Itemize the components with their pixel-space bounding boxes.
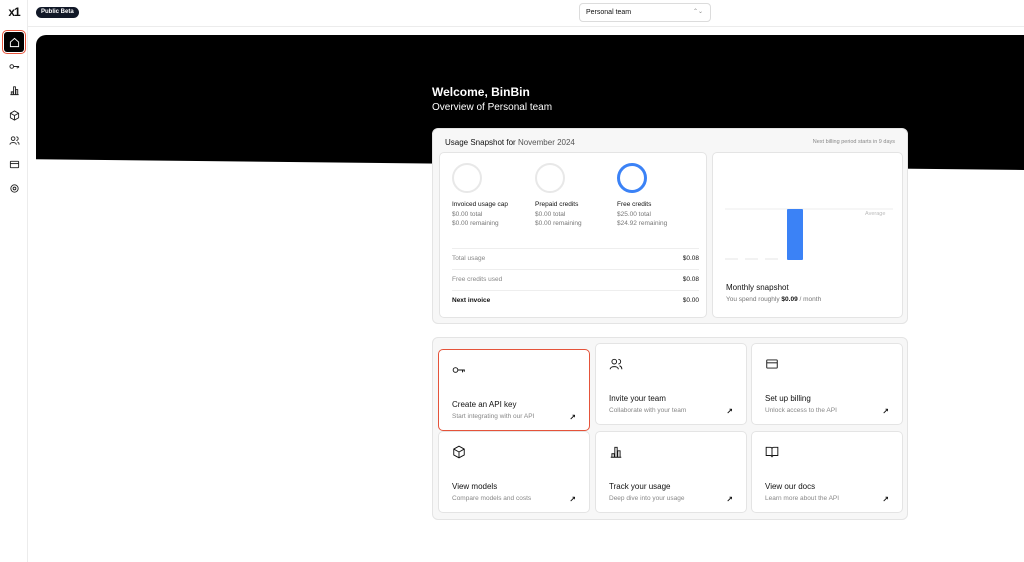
sidebar-item-api-keys[interactable] [4,56,24,76]
team-selector[interactable]: Personal team ⌃⌄ [579,3,711,22]
spend-suffix: / month [799,296,822,303]
sidebar-item-home[interactable] [2,30,26,54]
monthly-spend-summary: You spend roughly $0.09 / month [726,296,821,303]
quick-actions-grid: Create an API key Start integrating with… [432,337,908,520]
cube-icon [453,445,465,459]
arrow-up-right-icon: ↗ [726,495,733,504]
users-icon [609,358,623,370]
credits-panel: Invoiced usage cap $0.00 total $0.00 rem… [439,152,707,318]
card-icon [9,160,19,168]
credit-remaining: $0.00 remaining [452,220,499,227]
row-label: Next invoice [452,297,491,304]
credit-remaining: $0.00 remaining [535,220,582,227]
action-title: Invite your team [609,394,666,403]
credit-invoiced-usage-cap: Invoiced usage cap $0.00 total $0.00 rem… [452,163,532,228]
action-title: Set up billing [765,394,811,403]
action-title: View models [452,482,498,491]
row-label: Total usage [452,255,486,262]
key-icon [8,63,19,69]
action-subtitle: Learn more about the API [765,495,840,502]
view-docs-card[interactable]: View our docs Learn more about the API ↗ [751,431,903,513]
usage-row-next-invoice: Next invoice $0.00 [452,290,699,310]
action-subtitle: Unlock access to the API [765,407,837,414]
sidebar: x1 [0,0,28,562]
average-label: Average [865,211,886,217]
row-label: Free credits used [452,276,503,283]
bar-chart-icon [9,85,19,95]
credit-name: Prepaid credits [535,201,579,208]
row-value: $0.00 [682,297,699,304]
arrow-up-right-icon: ↗ [882,495,889,504]
bar-chart-icon [610,446,622,458]
arrow-up-right-icon: ↗ [569,413,576,422]
credit-free: Free credits $25.00 total $24.92 remaini… [617,163,697,228]
invite-team-card[interactable]: Invite your team Collaborate with your t… [595,343,747,425]
team-selector-label: Personal team [586,9,632,16]
track-usage-card[interactable]: Track your usage Deep dive into your usa… [595,431,747,513]
gear-icon [9,183,19,193]
action-title: View our docs [765,482,816,491]
action-subtitle: Compare models and costs [452,495,532,502]
usage-snapshot-card: Usage Snapshot for November 2024 Next bi… [432,128,908,324]
usage-snapshot-title: Usage Snapshot for November 2024 [445,138,575,147]
monthly-snapshot-chart [725,208,893,260]
sidebar-item-settings[interactable] [4,178,24,198]
chevron-updown-icon: ⌃⌄ [692,9,703,15]
public-beta-badge: Public Beta [36,7,79,18]
monthly-snapshot-title: Monthly snapshot [726,283,789,292]
app-root: x1 Public Beta Personal team ⌃⌄ Welcome,… [0,0,1024,562]
view-models-card[interactable]: View models Compare models and costs ↗ [438,431,590,513]
sidebar-item-models[interactable] [4,105,24,125]
current-month-bar [787,209,803,260]
credit-name: Free credits [617,201,652,208]
cube-icon [9,109,19,121]
book-icon [765,446,779,458]
credit-total: $0.00 total [535,211,566,218]
usage-ring [617,163,647,193]
sidebar-item-billing[interactable] [4,154,24,174]
action-subtitle: Collaborate with your team [609,407,687,414]
usage-row-free-credits-used: Free credits used $0.08 [452,269,699,289]
usage-title-prefix: Usage Snapshot for [445,138,516,147]
logo[interactable]: x1 [6,5,22,19]
arrow-up-right-icon: ↗ [882,407,889,416]
credit-total: $0.00 total [452,211,483,218]
action-title: Track your usage [609,482,671,491]
usage-title-month: November 2024 [517,138,575,147]
spend-prefix: You spend roughly [726,296,780,303]
sidebar-item-team[interactable] [4,130,24,150]
card-icon [766,359,778,369]
action-subtitle: Deep dive into your usage [609,495,685,502]
spend-amount: $0.09 [781,296,798,303]
create-api-key-card[interactable]: Create an API key Start integrating with… [438,349,590,431]
users-icon [8,135,20,145]
usage-ring [452,163,482,193]
top-bar: Public Beta Personal team ⌃⌄ [28,0,1024,27]
action-title: Create an API key [452,400,517,409]
credit-name: Invoiced usage cap [452,201,509,208]
set-up-billing-card[interactable]: Set up billing Unlock access to the API … [751,343,903,425]
credit-remaining: $24.92 remaining [617,220,668,227]
key-icon [452,367,465,373]
arrow-up-right-icon: ↗ [726,407,733,416]
row-value: $0.08 [682,276,699,283]
overview-subheading: Overview of Personal team [432,102,553,113]
billing-period-note: Next billing period starts in 9 days [812,139,895,145]
credit-total: $25.00 total [617,211,651,218]
action-subtitle: Start integrating with our API [452,413,535,420]
row-value: $0.08 [682,255,699,262]
usage-row-total: Total usage $0.08 [452,248,699,268]
usage-ring [535,163,565,193]
monthly-snapshot-panel: Average Monthly snapshot You spend rough… [712,152,903,318]
arrow-up-right-icon: ↗ [569,495,576,504]
home-icon [9,37,19,47]
welcome-heading: Welcome, BinBin [432,85,530,99]
credit-prepaid: Prepaid credits $0.00 total $0.00 remain… [535,163,615,228]
sidebar-item-usage[interactable] [4,80,24,100]
